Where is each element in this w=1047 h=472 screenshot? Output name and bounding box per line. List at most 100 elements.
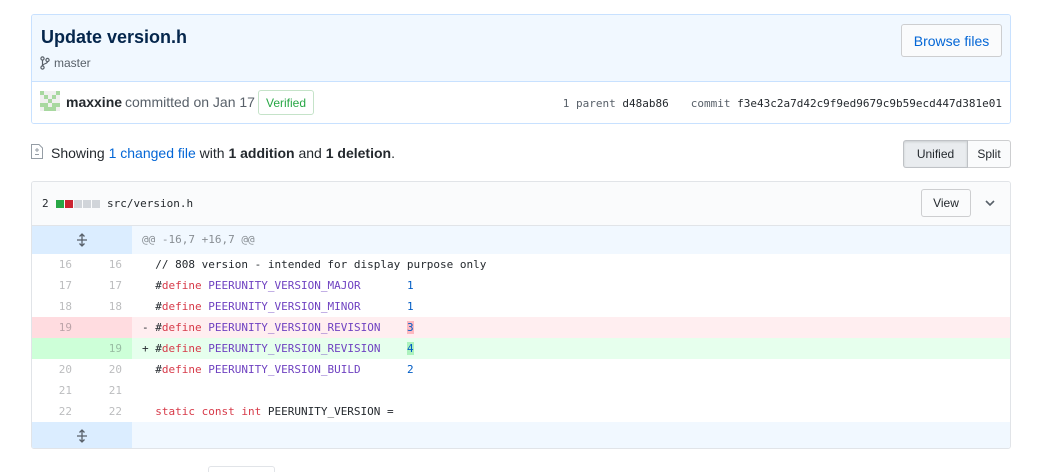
- code-line: #define PEERUNITY_VERSION_BUILD 2: [132, 359, 1010, 380]
- macro-value: 1: [406, 279, 414, 292]
- new-line-number[interactable]: [82, 317, 132, 338]
- commit-sha: f3e43c2a7d42c9f9ed9679c9b59ecd447d381e01: [737, 97, 1002, 110]
- old-line-number[interactable]: 21: [32, 380, 82, 401]
- old-line-number[interactable]: 18: [32, 296, 82, 317]
- macro-name: PEERUNITY_VERSION_MAJOR: [208, 279, 361, 292]
- commit-label: commit: [690, 97, 731, 110]
- old-line-number[interactable]: 17: [32, 275, 82, 296]
- new-line-number[interactable]: 19: [82, 338, 132, 359]
- code-line: + #define PEERUNITY_VERSION_REVISION 4: [132, 338, 1010, 359]
- new-line-number[interactable]: 18: [82, 296, 132, 317]
- partial-button-edge: [208, 466, 275, 472]
- file-diff-icon: [31, 144, 43, 159]
- macro-value: 4: [406, 342, 414, 355]
- spacing: [380, 342, 407, 355]
- branch-indicator[interactable]: master: [40, 56, 91, 70]
- new-line-number[interactable]: 21: [82, 380, 132, 401]
- diffstat-neutral-block: [92, 200, 100, 208]
- code-line: #define PEERUNITY_VERSION_MAJOR 1: [132, 275, 1010, 296]
- diff-file: 2 src/version.h View @@ -16,7 +16,7 @@ 1…: [31, 181, 1011, 449]
- changed-files-link[interactable]: 1 changed file: [109, 145, 196, 161]
- spacing: [380, 321, 407, 334]
- verified-badge[interactable]: Verified: [258, 90, 315, 115]
- spacing: [361, 279, 407, 292]
- new-line-number[interactable]: 22: [82, 401, 132, 422]
- code-text: // 808 version - intended for display pu…: [155, 258, 487, 271]
- diff-marker: -: [142, 321, 149, 334]
- commit-info: commit f3e43c2a7d42c9f9ed9679c9b59ecd447…: [691, 97, 1002, 110]
- summary-and: and: [298, 145, 322, 161]
- macro-value: 1: [406, 300, 414, 313]
- expand-up-gutter[interactable]: [32, 226, 132, 254]
- parent-sha-link[interactable]: d48ab86: [622, 97, 668, 110]
- expand-icon[interactable]: [75, 233, 89, 247]
- browse-files-button[interactable]: Browse files: [901, 24, 1002, 57]
- macro-value: 2: [406, 363, 414, 376]
- keyword: define: [161, 363, 202, 376]
- diff-marker: [142, 279, 149, 292]
- commit-date: committed on Jan 17: [125, 94, 255, 110]
- diff-line: 22 22 static const int PEERUNITY_VERSION …: [32, 401, 1010, 422]
- diff-line-deletion: 19 - #define PEERUNITY_VERSION_REVISION 3: [32, 317, 1010, 338]
- commit-header: Update version.h master Browse files: [32, 15, 1010, 82]
- new-line-number[interactable]: 17: [82, 275, 132, 296]
- deletions-count: 1 deletion: [325, 145, 392, 161]
- diff-marker: +: [142, 342, 149, 355]
- macro-name: PEERUNITY_VERSION_REVISION: [208, 321, 381, 334]
- expand-icon[interactable]: [75, 428, 89, 443]
- file-path-link[interactable]: src/version.h: [107, 197, 193, 210]
- diff-marker: [142, 258, 149, 271]
- code-line: #define PEERUNITY_VERSION_MINOR 1: [132, 296, 1010, 317]
- code-line: - #define PEERUNITY_VERSION_REVISION 3: [132, 317, 1010, 338]
- diff-line: 17 17 #define PEERUNITY_VERSION_MAJOR 1: [32, 275, 1010, 296]
- parent-info: 1 parent d48ab86: [563, 97, 669, 110]
- diff-marker: [142, 363, 149, 376]
- file-header: 2 src/version.h View: [32, 182, 1010, 226]
- old-line-number[interactable]: 22: [32, 401, 82, 422]
- old-line-number[interactable]: [32, 338, 82, 359]
- diff-line: 20 20 #define PEERUNITY_VERSION_BUILD 2: [32, 359, 1010, 380]
- hunk-footer-row: [32, 422, 1010, 448]
- old-line-number[interactable]: 20: [32, 359, 82, 380]
- keyword: define: [161, 300, 202, 313]
- diffstat-neutral-block: [83, 200, 91, 208]
- preprocessor-hash: #: [155, 300, 162, 313]
- unified-button[interactable]: Unified: [903, 140, 968, 168]
- branch-name[interactable]: master: [54, 56, 91, 70]
- diffstat-blocks: [56, 200, 100, 208]
- summary-showing: Showing: [51, 145, 105, 161]
- new-line-number[interactable]: 20: [82, 359, 132, 380]
- preprocessor-hash: #: [155, 279, 162, 292]
- diff-line-addition: 19 + #define PEERUNITY_VERSION_REVISION 4: [32, 338, 1010, 359]
- preprocessor-hash: #: [155, 321, 162, 334]
- macro-name: PEERUNITY_VERSION_REVISION: [208, 342, 381, 355]
- branch-icon: [40, 56, 50, 70]
- avatar[interactable]: [40, 91, 60, 111]
- diffstat-deletion-block: [65, 200, 73, 208]
- macro-value: 3: [406, 321, 414, 334]
- diff-summary: Showing 1 changed file with 1 addition a…: [51, 145, 395, 161]
- commit-author[interactable]: maxxine: [66, 94, 122, 110]
- diff-line: 16 16 // 808 version - intended for displ…: [32, 254, 1010, 275]
- new-line-number[interactable]: 16: [82, 254, 132, 275]
- diffstat-addition-block: [56, 200, 64, 208]
- macro-name: PEERUNITY_VERSION_BUILD: [208, 363, 361, 376]
- spacing: [361, 363, 407, 376]
- view-file-button[interactable]: View: [921, 189, 971, 217]
- chevron-down-icon[interactable]: [984, 197, 996, 209]
- additions-count: 1 addition: [228, 145, 295, 161]
- macro-name: PEERUNITY_VERSION_MINOR: [208, 300, 361, 313]
- code-line: static const int PEERUNITY_VERSION =: [132, 401, 1010, 422]
- old-line-number[interactable]: 16: [32, 254, 82, 275]
- diff-view-toggle: Unified Split: [903, 140, 1011, 168]
- keyword: define: [161, 321, 202, 334]
- split-button[interactable]: Split: [968, 140, 1011, 168]
- commit-box: Update version.h master Browse files max…: [31, 14, 1011, 124]
- diffstat-neutral-block: [74, 200, 82, 208]
- diff-marker: [142, 300, 149, 313]
- keyword: define: [161, 279, 202, 292]
- expand-down-gutter[interactable]: [32, 422, 132, 448]
- keyword: static const int: [155, 405, 262, 418]
- code-line: [132, 380, 1010, 401]
- old-line-number[interactable]: 19: [32, 317, 82, 338]
